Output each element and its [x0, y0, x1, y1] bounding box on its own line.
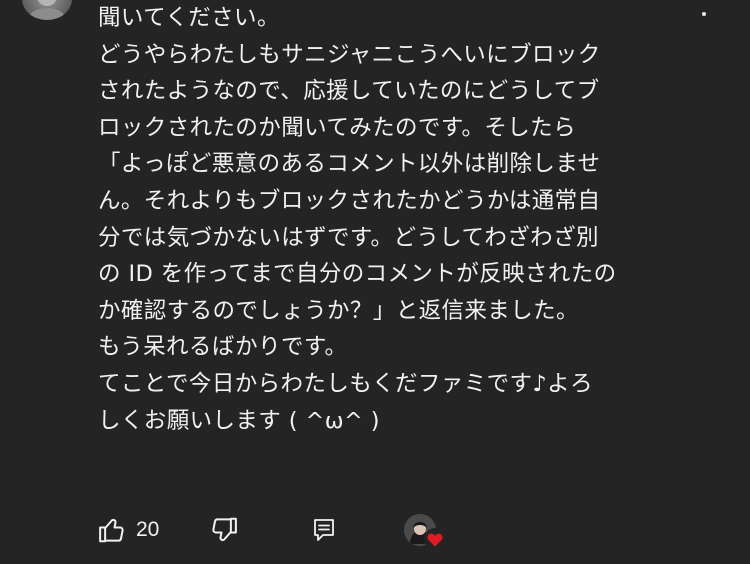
comment-line: しくお願いします ( ^ω^ ): [98, 407, 380, 434]
comment-line: 分では気づかないはずです。どうしてわざわざ別: [98, 224, 599, 251]
creator-heart[interactable]: [404, 512, 446, 552]
reply-button[interactable]: [310, 514, 338, 546]
like-button[interactable]: [96, 514, 128, 546]
comment-line: 聞いてください。: [98, 5, 280, 31]
comment-line: か確認するのでしょうか？」と返信来ました。: [98, 297, 579, 324]
comment-line: どうやらわたしもサニジャニこうへいにブロック: [98, 41, 601, 68]
comment-action-bar: 20: [96, 512, 496, 550]
thumbs-up-icon: [99, 518, 124, 543]
comment-line: てことで今日からわたしもくだファミです♪よろ: [98, 370, 593, 397]
dislike-button[interactable]: [208, 514, 240, 546]
comment-line: されたようなので、応援していたのにどうしてブ: [98, 78, 600, 105]
reply-icon: [314, 519, 334, 541]
commenter-avatar[interactable]: [22, 0, 72, 20]
heart-icon: [424, 528, 446, 550]
comment-line: ロックされたのか聞いてみたのです。そしたら: [98, 114, 576, 141]
comment-line: もう呆れるばかりです。: [98, 334, 348, 361]
comment-text: 聞いてください。 どうやらわたしもサニジャニこうへいにブロック されたようなので…: [98, 0, 718, 439]
like-count: 20: [136, 518, 160, 541]
thumbs-down-icon: [212, 517, 237, 542]
comment-line: 「よっぽど悪意のあるコメント以外は削除しませ: [98, 151, 601, 178]
comment-line: ん。それよりもブロックされたかどうかは通常自: [98, 187, 601, 214]
comment-line: の ID を作ってまで自分のコメントが反映されたの: [98, 261, 617, 288]
